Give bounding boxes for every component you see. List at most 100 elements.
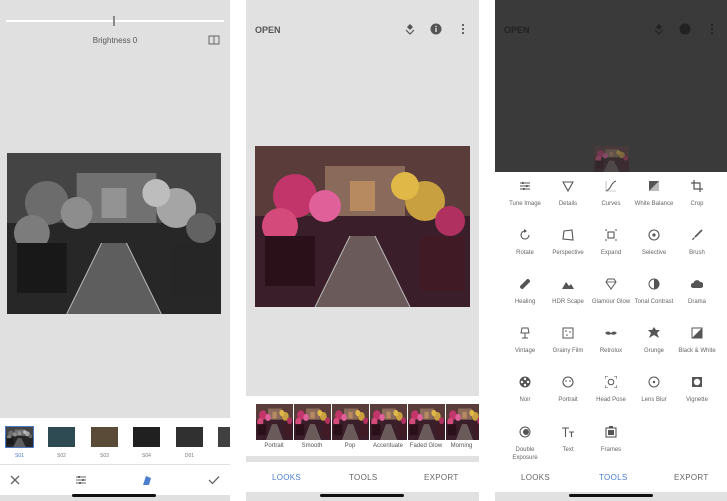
tool-label: Frames (600, 447, 622, 453)
brightness-slider[interactable] (6, 20, 224, 22)
sliders-icon[interactable] (74, 473, 88, 487)
double-exposure-icon (519, 426, 531, 438)
check-icon[interactable] (207, 473, 221, 487)
look-thumb-accentuate[interactable] (370, 404, 407, 440)
tool-label: Text (562, 447, 574, 453)
tool-label: Healing (514, 299, 536, 305)
edit-panel: Brightness 0 S01 S02 S03 S04 D01 (0, 0, 230, 501)
look-thumb-smooth[interactable] (294, 404, 331, 440)
filter-thumb-d01[interactable] (176, 427, 203, 447)
tool-label: Black & White (678, 348, 716, 354)
look-label: Portrait (264, 443, 284, 449)
tool-label: Perspective (552, 250, 584, 256)
tool-label: Selective (641, 250, 667, 256)
open-button[interactable]: OPEN (255, 25, 281, 35)
tab-looks[interactable]: LOOKS (272, 473, 301, 482)
tool-label: Curves (601, 201, 621, 207)
tool-label: Double Exposure (512, 447, 538, 461)
film-reel-icon (519, 376, 531, 388)
grain-icon (562, 327, 574, 339)
home-indicator (320, 494, 404, 497)
contrast-icon (648, 278, 660, 290)
tool-label: Vintage (514, 348, 536, 354)
tool-label: Details (558, 201, 578, 207)
info-icon[interactable] (430, 23, 442, 35)
details-icon (562, 181, 574, 192)
tune-icon (520, 182, 530, 190)
look-thumb-morning[interactable] (446, 404, 479, 440)
tool-label: Expand (600, 250, 622, 256)
filter-thumb-s03[interactable] (91, 427, 118, 447)
mustache-icon (605, 331, 617, 335)
tool-label: Lens Blur (641, 397, 667, 403)
looks-panel: OPEN Portrait Smooth Pop Accentuate Fade… (246, 0, 479, 501)
brightness-slider-knob[interactable] (113, 16, 115, 26)
healing-icon[interactable] (404, 23, 416, 35)
tool-label: Rotate (516, 250, 534, 256)
mountain-icon (562, 282, 574, 289)
lens-blur-icon (648, 376, 660, 388)
close-icon[interactable] (8, 473, 22, 487)
bottom-nav: LOOKS TOOLS EXPORT (495, 462, 727, 492)
filter-thumb-s01[interactable] (5, 426, 34, 448)
home-indicator (569, 494, 653, 497)
filter-thumb-partial[interactable] (218, 427, 230, 447)
styles-icon[interactable] (140, 473, 154, 487)
healing-icon (519, 278, 531, 290)
edit-toolbar (0, 465, 230, 495)
tool-label: Grainy Film (552, 348, 584, 354)
look-thumb-pop[interactable] (332, 404, 369, 440)
tool-label: Drama (687, 299, 706, 305)
filter-thumb-s04[interactable] (133, 427, 160, 447)
tool-label: HDR Scape (552, 299, 584, 305)
photo-preview (7, 153, 221, 314)
crop-icon (691, 180, 703, 192)
look-label: Faded Glow (409, 443, 443, 449)
filter-thumb-s02[interactable] (48, 427, 75, 447)
tool-label: Retrolux (599, 348, 623, 354)
tool-label: White Balance (634, 201, 674, 207)
rotate-icon (520, 229, 530, 240)
curves-icon (605, 180, 617, 192)
info-icon (679, 23, 691, 35)
tab-looks[interactable]: LOOKS (521, 473, 550, 482)
tab-tools[interactable]: TOOLS (349, 473, 377, 482)
text-icon (562, 427, 574, 437)
tab-export[interactable]: EXPORT (424, 473, 459, 482)
filter-strip: S01 S02 S03 S04 D01 (0, 418, 230, 464)
healing-icon (654, 24, 664, 35)
look-label: Morning (450, 443, 473, 449)
tool-label: Head Pose (596, 397, 626, 403)
tools-sheet: Tune Image Details Curves White Balance … (495, 172, 727, 462)
cloud-icon (691, 280, 703, 288)
tab-export[interactable]: EXPORT (674, 473, 709, 482)
selective-icon (648, 229, 660, 241)
bottom-nav: LOOKS TOOLS EXPORT (246, 462, 479, 492)
filter-label: S01 (15, 453, 24, 459)
looks-strip: Portrait Smooth Pop Accentuate Faded Glo… (246, 396, 479, 456)
filter-label: S02 (57, 453, 66, 459)
more-icon[interactable] (457, 23, 469, 35)
look-label: Pop (344, 443, 356, 449)
tool-label: Portrait (558, 397, 578, 403)
tab-tools[interactable]: TOOLS (599, 473, 627, 482)
tool-label: Tune Image (509, 201, 541, 207)
look-thumb-faded-glow[interactable] (408, 404, 445, 440)
filter-label: D01 (184, 453, 195, 459)
filter-label: S04 (142, 453, 151, 459)
brightness-label: Brightness 0 (92, 36, 138, 45)
diamond-icon (605, 278, 617, 290)
look-label: Smooth (301, 443, 323, 449)
tools-panel: OPEN Tune Image Details Curves White Bal… (495, 0, 727, 501)
black-white-icon (691, 327, 703, 339)
white-balance-icon (649, 181, 659, 191)
tool-label: Vignette (686, 397, 708, 403)
look-thumb-portrait[interactable] (256, 404, 293, 440)
photo-preview (504, 146, 719, 172)
compare-icon[interactable] (208, 35, 220, 45)
lamp-icon (520, 327, 530, 339)
tool-label: Crop (690, 201, 704, 207)
tool-label: Tonal Contrast (634, 299, 674, 305)
tool-label: Glamour Glow (591, 299, 631, 305)
tool-label: Grunge (643, 348, 664, 354)
